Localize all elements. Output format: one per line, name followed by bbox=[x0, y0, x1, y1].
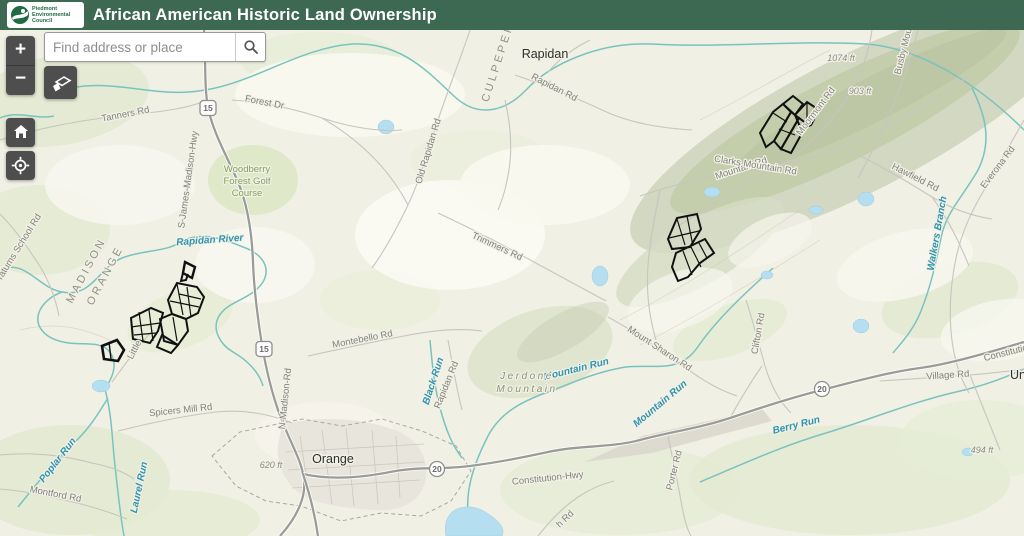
zoom-control: + − bbox=[6, 36, 35, 95]
route-shield-label: 15 bbox=[259, 344, 269, 354]
map-label: 903 ft bbox=[849, 86, 872, 96]
map-label: Orange bbox=[312, 452, 354, 466]
locate-button[interactable] bbox=[6, 151, 35, 180]
search-icon bbox=[243, 39, 259, 55]
map-label: Woodberry bbox=[224, 164, 271, 175]
org-logo-text: Piedmont Environmental Council bbox=[32, 6, 70, 24]
home-button[interactable] bbox=[6, 118, 35, 147]
map-label: 1074 ft bbox=[827, 53, 855, 63]
home-icon bbox=[12, 123, 30, 141]
terrain-patch bbox=[45, 145, 195, 225]
locate-icon bbox=[11, 156, 30, 175]
page-title: African American Historic Land Ownership bbox=[93, 0, 437, 30]
pond bbox=[761, 271, 773, 279]
terrain-patch bbox=[460, 145, 630, 225]
map-label: Course bbox=[232, 188, 263, 199]
map-label: Forest Golf bbox=[224, 176, 271, 187]
search-button[interactable] bbox=[235, 33, 265, 61]
map-label: 620 ft bbox=[260, 460, 283, 470]
map-label: Un bbox=[1010, 368, 1024, 382]
org-logo[interactable]: Piedmont Environmental Council bbox=[7, 2, 84, 28]
map-label: Jerdone bbox=[499, 371, 554, 382]
pond bbox=[592, 266, 608, 286]
route-shield-label: 20 bbox=[817, 384, 827, 394]
app-header: Piedmont Environmental Council African A… bbox=[0, 0, 1024, 30]
zoom-out-button[interactable]: − bbox=[6, 66, 35, 95]
zoom-in-button[interactable]: + bbox=[6, 36, 35, 66]
pond bbox=[704, 187, 720, 197]
layers-button[interactable] bbox=[44, 66, 77, 99]
pond bbox=[853, 319, 869, 333]
pond bbox=[92, 380, 110, 392]
map-label: Mountain bbox=[496, 384, 557, 395]
pond bbox=[809, 206, 823, 214]
route-shield-label: 20 bbox=[432, 464, 442, 474]
pond bbox=[378, 120, 394, 134]
pond bbox=[858, 192, 874, 206]
org-logo-line3: Council bbox=[32, 18, 70, 24]
map-label: Rapidan bbox=[522, 47, 569, 61]
map-label: 494 ft bbox=[971, 445, 994, 455]
map-canvas[interactable]: 15152020RapidanOrangeUnCULPEPERMADISONOR… bbox=[0, 0, 1024, 536]
org-logo-icon bbox=[10, 5, 30, 25]
route-shield-label: 15 bbox=[203, 103, 213, 113]
layers-icon bbox=[49, 72, 73, 94]
search-box bbox=[44, 32, 266, 62]
app-window: 15152020RapidanOrangeUnCULPEPERMADISONOR… bbox=[0, 0, 1024, 536]
search-input[interactable] bbox=[45, 33, 235, 61]
